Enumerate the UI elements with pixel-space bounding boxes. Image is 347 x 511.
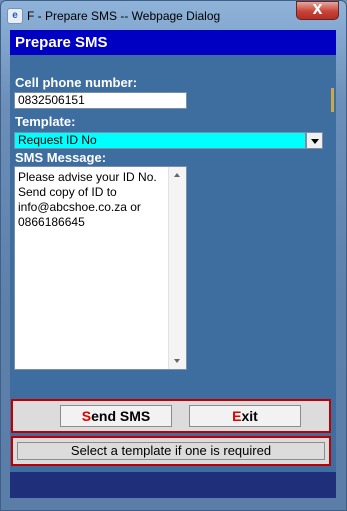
status-text: Select a template if one is required [17,442,325,460]
chevron-down-icon[interactable] [306,132,323,149]
ie-icon: e [7,8,23,24]
scroll-up-icon[interactable] [174,173,180,177]
template-select[interactable]: Request ID No [14,132,306,149]
exit-hotkey: E [232,408,242,424]
send-sms-button[interactable]: Send SMS [60,405,172,427]
cell-phone-input[interactable]: 0832506151 [14,92,187,109]
scroll-down-icon[interactable] [174,359,180,363]
send-label: end SMS [91,408,151,424]
window-title: F - Prepare SMS -- Webpage Dialog [27,9,221,23]
sms-scrollbar[interactable] [168,167,186,369]
status-panel: Select a template if one is required [11,436,331,466]
sms-message-textarea[interactable]: Please advise your ID No. Send copy of I… [14,166,187,370]
page-title: Prepare SMS [10,30,336,55]
send-hotkey: S [81,408,92,424]
cell-phone-label: Cell phone number: [15,75,138,90]
exit-label: xit [241,408,258,424]
title-bar[interactable]: e F - Prepare SMS -- Webpage Dialog X [1,1,346,29]
sms-message-text: Please advise your ID No. Send copy of I… [18,170,161,229]
template-label: Template: [15,114,76,129]
scroll-indicator [331,88,334,112]
exit-button[interactable]: Exit [189,405,301,427]
dialog-content: Prepare SMS Cell phone number: 083250615… [10,30,336,498]
close-button[interactable]: X [296,1,339,20]
button-panel: Send SMS Exit [11,399,331,433]
bottom-strip [10,472,336,498]
dialog-window: e F - Prepare SMS -- Webpage Dialog X Pr… [0,0,347,511]
sms-message-label: SMS Message: [15,150,107,165]
